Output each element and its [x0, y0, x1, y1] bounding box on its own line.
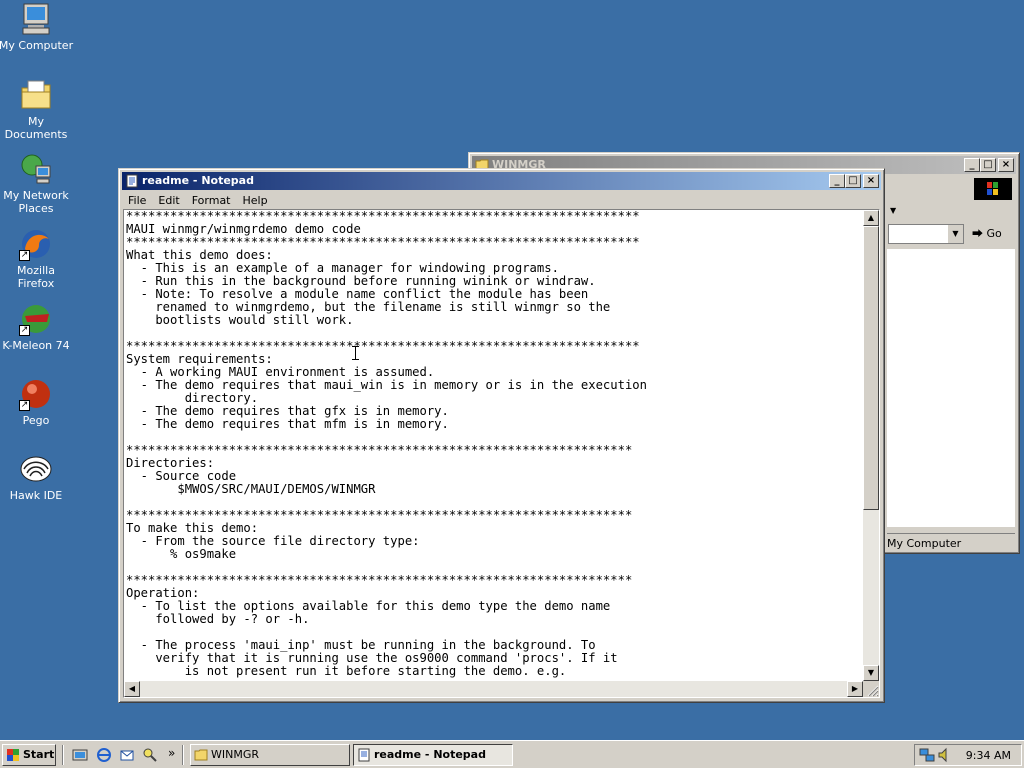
hawk-icon — [19, 452, 53, 486]
document-text[interactable]: ****************************************… — [126, 210, 861, 679]
internet-explorer-icon[interactable] — [96, 747, 112, 763]
desktop-icon-network-places[interactable]: My Network Places — [0, 152, 74, 215]
quick-launch-chevron[interactable]: » — [168, 746, 175, 760]
minimize-button[interactable]: _ — [964, 158, 980, 172]
go-button[interactable]: ⮕ Go — [972, 224, 1012, 244]
resize-grip-icon[interactable] — [863, 681, 879, 697]
close-button[interactable]: × — [998, 158, 1014, 172]
notepad-icon — [358, 748, 370, 762]
taskbar: Start » WINMGR readme - Notepad 9:34 AM — [0, 740, 1024, 768]
shortcut-arrow-icon: ↗ — [19, 400, 30, 411]
desktop-icon-label: My Computer — [0, 39, 74, 52]
text-editor[interactable]: ****************************************… — [123, 209, 880, 698]
go-arrow-icon: ⮕ — [972, 227, 983, 240]
network-tray-icon[interactable] — [919, 747, 935, 763]
menu-edit[interactable]: Edit — [152, 191, 185, 209]
taskbar-button-winmgr[interactable]: WINMGR — [190, 744, 350, 766]
maximize-button[interactable]: □ — [980, 158, 996, 172]
pego-icon: ↗ — [19, 377, 53, 411]
desktop-icon-label: Pego — [22, 414, 50, 427]
desktop-icon-label: My Network Places — [3, 189, 69, 215]
desktop-icon-pego[interactable]: ↗ Pego — [0, 377, 74, 427]
notepad-titlebar[interactable]: readme - Notepad _ □ × — [122, 172, 881, 190]
network-icon — [19, 152, 53, 186]
ibeam-cursor-icon — [352, 346, 359, 360]
kmeleon-icon: ↗ — [19, 302, 53, 336]
menu-format[interactable]: Format — [186, 191, 237, 209]
start-button[interactable]: Start — [2, 744, 56, 766]
search-icon[interactable] — [142, 747, 158, 763]
task-label: readme - Notepad — [374, 748, 486, 761]
windows-logo-icon — [974, 178, 1012, 200]
desktop-icon-label: K-Meleon 74 — [2, 339, 70, 352]
desktop-icon-my-documents[interactable]: My Documents — [0, 78, 74, 141]
folder-documents-icon — [19, 78, 53, 112]
notepad-window[interactable]: readme - Notepad _ □ × File Edit Format … — [118, 168, 885, 703]
chevron-down-icon[interactable]: ▼ — [890, 206, 896, 215]
address-dropdown[interactable]: ▼ — [888, 224, 964, 244]
notepad-title: readme - Notepad — [142, 174, 254, 187]
desktop-icon-label: Mozilla Firefox — [17, 264, 55, 290]
desktop-icon-firefox[interactable]: ↗ Mozilla Firefox — [0, 227, 74, 290]
desktop-icon-kmeleon[interactable]: ↗ K-Meleon 74 — [0, 302, 74, 352]
horizontal-scrollbar[interactable]: ◀ ▶ — [124, 681, 863, 697]
windows-flag-icon — [7, 749, 19, 761]
quick-launch-separator — [62, 745, 64, 765]
show-desktop-icon[interactable] — [72, 747, 88, 763]
maximize-button[interactable]: □ — [845, 174, 861, 188]
volume-tray-icon[interactable] — [937, 747, 953, 763]
clock[interactable]: 9:34 AM — [966, 749, 1011, 762]
notepad-icon — [126, 174, 138, 188]
scroll-down-button[interactable]: ▼ — [863, 665, 879, 681]
minimize-button[interactable]: _ — [829, 174, 845, 188]
taskbar-button-notepad[interactable]: readme - Notepad — [353, 744, 513, 766]
outlook-express-icon[interactable] — [119, 747, 135, 763]
folder-icon — [194, 749, 208, 761]
start-label: Start — [23, 748, 55, 761]
vertical-scroll-thumb[interactable] — [863, 226, 879, 510]
explorer-content-area[interactable] — [887, 249, 1015, 527]
desktop-icon-label: Hawk IDE — [9, 489, 63, 502]
scroll-left-button[interactable]: ◀ — [124, 681, 140, 697]
shortcut-arrow-icon: ↗ — [19, 250, 30, 261]
shortcut-arrow-icon: ↗ — [19, 325, 30, 336]
desktop-icon-label: My Documents — [4, 115, 68, 141]
go-label: Go — [986, 227, 1002, 240]
system-tray: 9:34 AM — [914, 744, 1022, 766]
computer-icon — [19, 2, 53, 36]
explorer-statusbar: My Computer — [887, 533, 1015, 551]
task-label: WINMGR — [211, 748, 260, 761]
scroll-up-button[interactable]: ▲ — [863, 210, 879, 226]
close-button[interactable]: × — [863, 174, 879, 188]
desktop-icon-my-computer[interactable]: My Computer — [0, 2, 74, 52]
desktop-icon-hawk-ide[interactable]: Hawk IDE — [0, 452, 74, 502]
dropdown-arrow-button[interactable]: ▼ — [947, 225, 963, 243]
taskbar-separator — [182, 745, 184, 765]
menu-file[interactable]: File — [122, 191, 152, 209]
scroll-right-button[interactable]: ▶ — [847, 681, 863, 697]
firefox-icon: ↗ — [19, 227, 53, 261]
status-text: My Computer — [887, 537, 962, 550]
vertical-scrollbar[interactable]: ▲ ▼ — [863, 210, 879, 681]
menu-bar: File Edit Format Help — [122, 191, 881, 209]
menu-help[interactable]: Help — [237, 191, 274, 209]
